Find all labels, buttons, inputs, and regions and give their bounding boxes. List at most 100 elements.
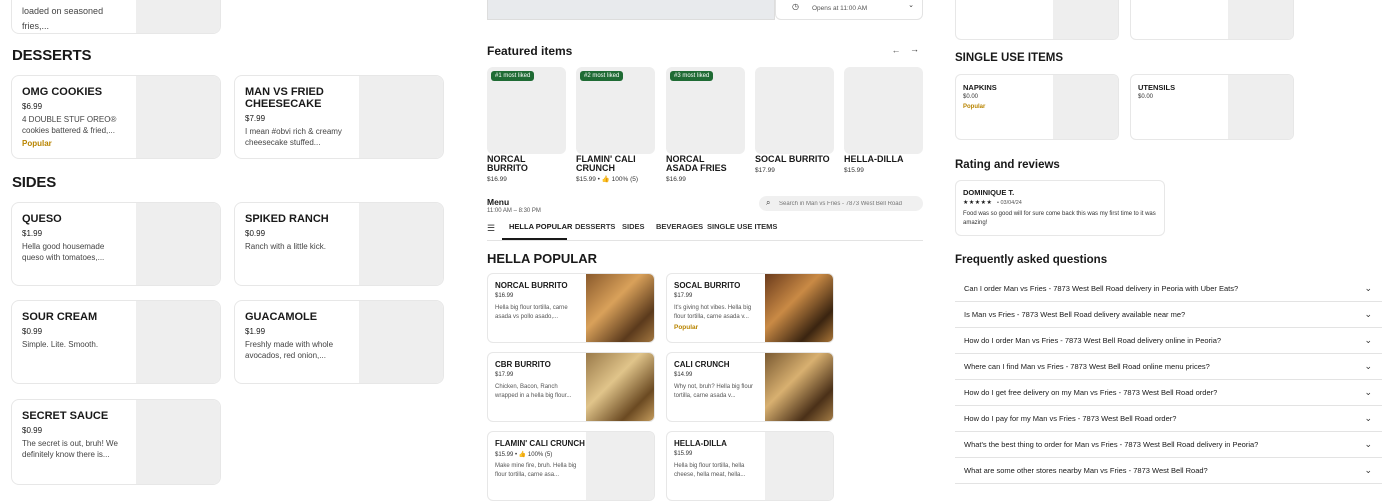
faq-item[interactable]: What are some other stores nearby Man vs… [955, 458, 1382, 484]
menu-list-icon[interactable]: ☰ [487, 223, 495, 234]
menu-item-card[interactable] [955, 0, 1119, 40]
menu-item-card[interactable]: SECRET SAUCE $0.99 The secret is out, br… [11, 399, 221, 485]
featured-item-image[interactable] [844, 67, 923, 154]
featured-item-price: $16.99 [487, 176, 507, 183]
faq-item[interactable]: Where can I find Man vs Fries - 7873 Wes… [955, 354, 1382, 380]
menu-item-card[interactable]: FLAMIN' CALI CRUNCH $15.99 • 👍 100% (5) … [487, 431, 655, 501]
tabs-divider [487, 240, 923, 241]
chevron-down-icon: ⌄ [1364, 439, 1372, 449]
section-heading: HELLA POPULAR [487, 251, 598, 266]
featured-item-name[interactable]: NORCAL ASADA FRIES $16.99 [666, 155, 730, 184]
item-description: Make mine fire, bruh. Hella big flour to… [495, 463, 577, 478]
item-price: $0.00 [963, 94, 979, 100]
faq-question: What are some other stores nearby Man vs… [964, 466, 1208, 475]
featured-item-name[interactable]: NORCAL BURRITO $16.99 [487, 155, 567, 184]
tab-desserts[interactable]: DESSERTS [575, 222, 615, 231]
faq-item[interactable]: Is Man vs Fries - 7873 West Bell Road de… [955, 302, 1382, 328]
desserts-heading: DESSERTS [12, 47, 92, 64]
menu-search-input[interactable] [779, 198, 919, 209]
menu-search-box[interactable]: ⌕ [759, 196, 923, 211]
item-price: $15.99 [674, 451, 693, 457]
menu-item-card[interactable]: QUESO $1.99 Hella good housemade queso w… [11, 202, 221, 286]
menu-item-card[interactable]: CALI CRUNCH $14.99 Why not, bruh? Hella … [666, 352, 834, 422]
item-description: It's giving hot vibes. Hella big flour t… [674, 305, 752, 320]
item-image [1228, 0, 1293, 39]
item-name: NORCAL BURRITO [495, 281, 568, 290]
featured-item-name[interactable]: HELLA-DILLA $15.99 [844, 155, 924, 175]
item-image [359, 203, 443, 285]
faq-item[interactable]: What's the best thing to order for Man v… [955, 432, 1382, 458]
menu-item-card[interactable]: NORCAL BURRITO $16.99 Hella big flour to… [487, 273, 655, 343]
item-name: NAPKINS [963, 83, 997, 92]
item-price: $0.00 [1138, 94, 1154, 100]
menu-item-card[interactable]: SOCAL BURRITO $17.99 It's giving hot vib… [666, 273, 834, 343]
menu-item-card[interactable] [1130, 0, 1294, 40]
faq-question: How do I get free delivery on my Man vs … [964, 388, 1218, 397]
menu-item-card[interactable]: HELLA-DILLA $15.99 Hella big flour torti… [666, 431, 834, 501]
item-description: Why not, bruh? Hella big flour tortilla,… [674, 384, 754, 399]
item-image [765, 274, 833, 342]
item-image [136, 400, 220, 484]
most-liked-badge: #1 most liked [491, 71, 535, 81]
item-image [765, 353, 833, 421]
arrow-right-icon[interactable]: → [908, 44, 921, 57]
featured-item-price: $15.99 • 👍 100% (5) [576, 176, 639, 183]
hours-panel[interactable]: ◷ Opens at 11:00 AM ⌄ [775, 0, 923, 20]
chevron-down-icon[interactable]: ⌄ [908, 1, 914, 9]
faq-item[interactable]: How do I pay for my Man vs Fries - 7873 … [955, 406, 1382, 432]
item-name: QUESO [22, 213, 62, 225]
tab-beverages[interactable]: BEVERAGES [656, 222, 703, 231]
most-liked-badge: #3 most liked [670, 71, 714, 81]
item-price: $17.99 [674, 293, 693, 299]
menu-item-card[interactable]: SOUR CREAM $0.99 Simple. Lite. Smooth. [11, 300, 221, 384]
faq-question: How do I pay for my Man vs Fries - 7873 … [964, 414, 1177, 423]
featured-item-image[interactable]: #2 most liked [576, 67, 655, 154]
chevron-down-icon: ⌄ [1364, 387, 1372, 397]
featured-item-name[interactable]: FLAMIN' CALI CRUNCH $15.99 • 👍 100% (5) [576, 155, 656, 184]
menu-item-card[interactable]: MAN VS FRIED CHEESECAKE $7.99 I mean #ob… [234, 75, 444, 159]
item-description: loaded on seasoned fries,... [22, 6, 104, 31]
featured-item-image[interactable]: #1 most liked [487, 67, 566, 154]
single-use-heading: SINGLE USE ITEMS [955, 52, 1063, 64]
menu-label: Menu [487, 197, 510, 207]
item-image [765, 432, 833, 500]
faq-item[interactable]: Can I order Man vs Fries - 7873 West Bel… [955, 276, 1382, 302]
featured-item-image[interactable]: #3 most liked [666, 67, 745, 154]
rating-heading: Rating and reviews [955, 159, 1060, 171]
menu-item-card[interactable]: OMG COOKIES $6.99 4 DOUBLE STUF OREO® co… [11, 75, 221, 159]
item-name: HELLA-DILLA [674, 439, 727, 448]
popular-badge: Popular [674, 324, 699, 331]
featured-item-price: $17.99 [755, 167, 775, 174]
item-image [1053, 0, 1118, 39]
item-description: Freshly made with whole avocados, red on… [245, 340, 334, 360]
menu-item-card[interactable]: SPIKED RANCH $0.99 Ranch with a little k… [234, 202, 444, 286]
menu-item-card[interactable]: CBR BURRITO $17.99 Chicken, Bacon, Ranch… [487, 352, 655, 422]
item-name: SOUR CREAM [22, 311, 98, 323]
item-name: CALI CRUNCH [674, 360, 730, 369]
menu-item-card[interactable]: UTENSILS $0.00 [1130, 74, 1294, 140]
featured-item-image[interactable] [755, 67, 834, 154]
item-description: The secret is out, bruh! We definitely k… [22, 439, 118, 459]
map-view[interactable] [487, 0, 775, 20]
chevron-down-icon: ⌄ [1364, 465, 1372, 475]
item-image [136, 0, 220, 33]
item-name: MAN VS FRIED CHEESECAKE [245, 86, 324, 110]
tab-single-use-items[interactable]: SINGLE USE ITEMS [707, 222, 777, 231]
menu-hours: 11:00 AM – 8:30 PM [487, 208, 541, 214]
menu-item-card[interactable]: loaded on seasoned fries,... [11, 0, 221, 34]
arrow-left-icon[interactable]: ← [890, 45, 902, 57]
featured-item-name[interactable]: SOCAL BURRITO $17.99 [755, 155, 835, 175]
tab-hella-popular[interactable]: HELLA POPULAR [509, 222, 572, 231]
star-rating-icon: ★★★★★ [963, 200, 993, 206]
faq-item[interactable]: How do I get free delivery on my Man vs … [955, 380, 1382, 406]
item-image [359, 76, 443, 158]
item-image [586, 353, 654, 421]
tab-sides[interactable]: SIDES [622, 222, 645, 231]
item-description: Hella big flour tortilla, carne asada vs… [495, 305, 568, 320]
menu-item-card[interactable]: GUACAMOLE $1.99 Freshly made with whole … [234, 300, 444, 384]
item-image [586, 274, 654, 342]
faq-item[interactable]: How do I order Man vs Fries - 7873 West … [955, 328, 1382, 354]
menu-item-card[interactable]: NAPKINS $0.00 Popular [955, 74, 1119, 140]
item-price: $7.99 [245, 114, 266, 123]
item-description: Hella good housemade queso with tomatoes… [22, 242, 105, 262]
